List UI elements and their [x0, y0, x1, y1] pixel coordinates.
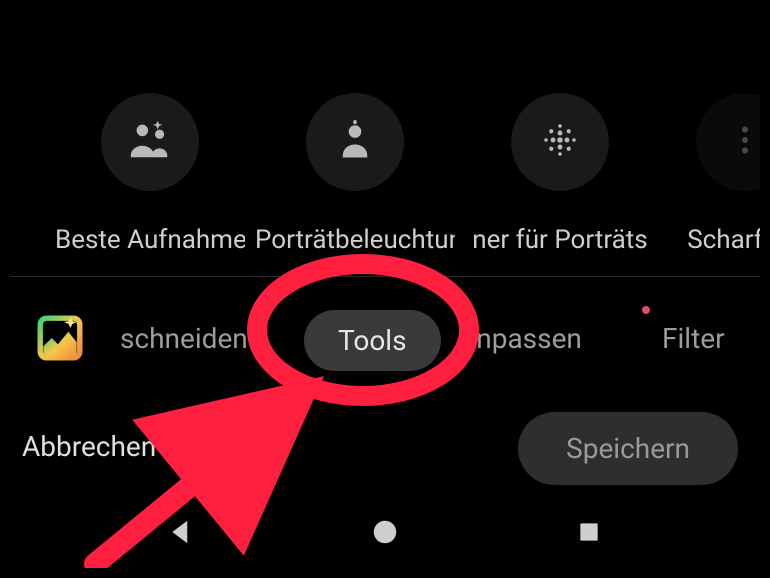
tool-sharpen-label: Scharf [687, 225, 760, 255]
tool-sharpen-button[interactable] [696, 93, 760, 191]
nav-recent-button[interactable] [572, 517, 606, 551]
tool-sharpen[interactable]: Scharf [695, 93, 755, 263]
auto-enhance-button[interactable] [32, 312, 88, 368]
recent-apps-icon [576, 519, 602, 549]
tool-portrait-blur-button[interactable] [511, 93, 609, 191]
cancel-button[interactable]: Abbrechen [22, 430, 156, 463]
sharpen-icon [740, 125, 750, 159]
portrait-light-icon [334, 119, 376, 165]
home-icon [370, 517, 400, 551]
tool-portrait-blur-label: ner für Porträts [472, 225, 647, 255]
editor-tabs-row: schneiden Tools Anpassen Filter [10, 298, 760, 378]
tab-crop[interactable]: schneiden [120, 322, 248, 355]
section-divider [10, 276, 760, 277]
tool-portrait-light-button[interactable] [306, 93, 404, 191]
tab-adjust-indicator-dot [642, 306, 650, 314]
tab-adjust[interactable]: Anpassen [458, 322, 582, 355]
nav-back-button[interactable] [164, 517, 198, 551]
tool-portrait-light[interactable]: Porträtbeleuchtung [285, 93, 425, 263]
nav-home-button[interactable] [368, 517, 402, 551]
tool-best-take-button[interactable] [101, 93, 199, 191]
save-button[interactable]: Speichern [518, 412, 738, 485]
best-take-icon [127, 117, 173, 167]
tab-filters[interactable]: Filter [662, 322, 725, 355]
tool-portrait-light-label: Porträtbeleuchtung [255, 225, 455, 255]
tool-suggestions-row: Beste Aufnahme Porträtbeleuchtung [10, 93, 760, 263]
portrait-blur-icon [539, 119, 581, 165]
tab-tools[interactable]: Tools [304, 310, 441, 371]
tool-portrait-blur[interactable]: ner für Porträts [490, 93, 630, 263]
auto-enhance-icon [35, 313, 85, 367]
back-icon [166, 517, 196, 551]
tool-best-take[interactable]: Beste Aufnahme [80, 93, 220, 263]
tool-best-take-label: Beste Aufnahme [55, 225, 245, 255]
action-bar: Abbrechen Speichern [10, 410, 760, 490]
android-nav-bar [10, 504, 760, 564]
